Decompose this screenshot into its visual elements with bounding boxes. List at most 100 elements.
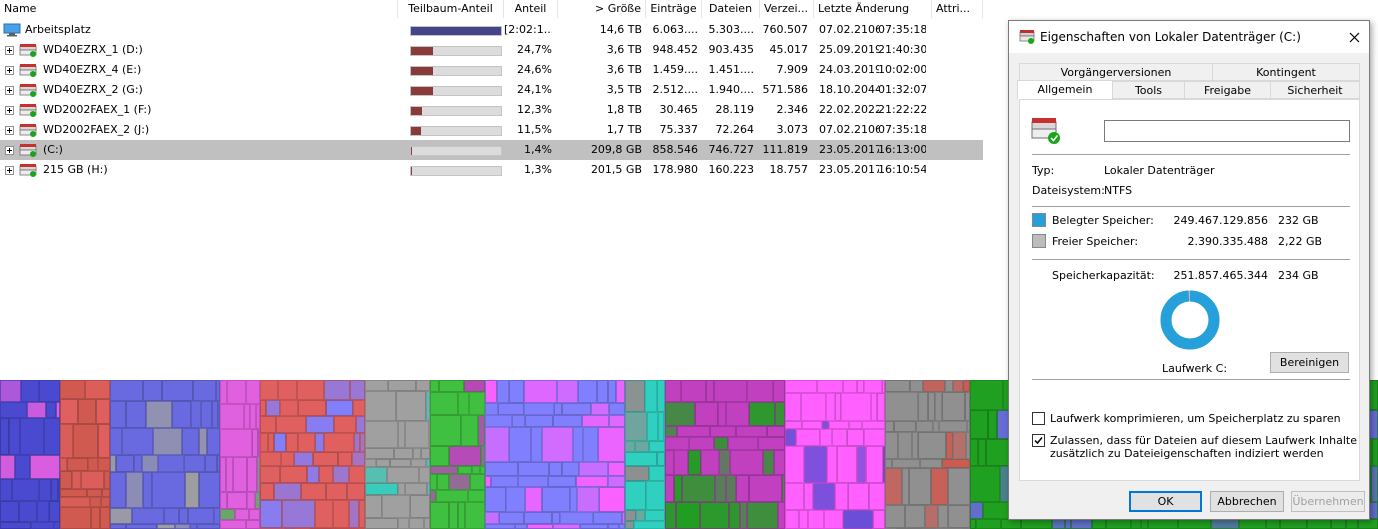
treemap-block[interactable]	[912, 432, 918, 459]
treemap-block[interactable]	[334, 416, 356, 433]
treemap-block[interactable]	[480, 466, 485, 474]
treemap-block[interactable]	[931, 468, 948, 505]
treemap-block[interactable]	[849, 421, 862, 429]
treemap-block[interactable]	[898, 432, 912, 459]
treemap-block[interactable]	[27, 402, 46, 418]
treemap-block[interactable]	[525, 415, 553, 427]
treemap-block[interactable]	[608, 524, 619, 529]
treemap-block[interactable]	[104, 471, 110, 489]
column-header-subtree-share[interactable]: Teilbaum-Anteil	[398, 0, 504, 18]
treemap-block[interactable]	[608, 462, 625, 476]
treemap-block[interactable]	[116, 455, 134, 472]
treemap-block[interactable]	[260, 400, 266, 416]
treemap-block[interactable]	[882, 380, 885, 393]
treemap-block[interactable]	[562, 462, 579, 476]
treemap-block[interactable]	[916, 421, 933, 432]
treemap-block[interactable]	[110, 524, 126, 529]
treemap-block[interactable]	[657, 452, 665, 466]
treemap-block[interactable]	[220, 509, 235, 520]
treemap-block[interactable]	[1266, 519, 1280, 529]
treemap-block[interactable]	[298, 433, 315, 452]
treemap-block[interactable]	[509, 427, 531, 462]
treemap-block[interactable]	[398, 518, 409, 529]
treemap-block[interactable]	[608, 380, 616, 403]
treemap-block[interactable]	[700, 502, 729, 529]
treemap-block[interactable]	[658, 412, 664, 441]
treemap-block[interactable]	[458, 392, 469, 415]
treemap-block[interactable]	[220, 429, 252, 457]
treemap-region[interactable]	[485, 380, 625, 529]
treemap-block[interactable]	[843, 510, 873, 529]
treemap-block[interactable]	[647, 412, 658, 441]
expand-toggle-icon[interactable]	[5, 166, 14, 175]
tree-row[interactable]: (C:) 1,4% 209,8 GB 858.546 746.727 111.819 23.…	[0, 140, 983, 160]
treemap-block[interactable]	[778, 502, 785, 529]
treemap-block[interactable]	[747, 502, 778, 529]
treemap-block[interactable]	[126, 401, 146, 428]
treemap-block[interactable]	[326, 483, 347, 500]
treemap-block[interactable]	[710, 426, 736, 437]
treemap-block[interactable]	[665, 475, 674, 502]
cancel-button[interactable]: Abbrechen	[1210, 491, 1284, 512]
treemap-block[interactable]	[1346, 519, 1358, 529]
treemap-block[interactable]	[749, 475, 782, 502]
treemap-block[interactable]	[324, 380, 350, 400]
treemap-block[interactable]	[681, 380, 706, 402]
treemap-block[interactable]	[405, 483, 427, 495]
treemap-block[interactable]	[39, 380, 60, 402]
treemap-block[interactable]	[260, 483, 274, 500]
expand-toggle-icon[interactable]	[5, 66, 14, 75]
treemap-block[interactable]	[246, 380, 260, 404]
tab-previous-versions[interactable]: Vorgängerversionen	[1019, 63, 1213, 81]
treemap-block[interactable]	[30, 455, 60, 479]
treemap-block[interactable]	[782, 475, 785, 502]
treemap-block[interactable]	[58, 479, 60, 501]
treemap-block[interactable]	[1280, 519, 1307, 529]
treemap-block[interactable]	[110, 455, 116, 472]
treemap-block[interactable]	[918, 432, 946, 459]
treemap-block[interactable]	[278, 380, 297, 400]
tree-row[interactable]: WD40EZRX_1 (D:) 24,7% 3,6 TB 948.452 903.435…	[0, 40, 983, 60]
treemap-block[interactable]	[100, 507, 110, 529]
treemap-block[interactable]	[193, 380, 216, 401]
treemap-block[interactable]	[260, 500, 282, 528]
treemap-block[interactable]	[132, 508, 164, 524]
treemap-block[interactable]	[122, 428, 153, 455]
treemap-block[interactable]	[382, 495, 410, 518]
treemap-block[interactable]	[1148, 519, 1178, 529]
treemap-block[interactable]	[616, 380, 625, 403]
treemap-block[interactable]	[390, 459, 411, 467]
treemap-block[interactable]	[597, 380, 608, 403]
treemap-block[interactable]	[970, 466, 1000, 502]
treemap-block[interactable]	[665, 402, 695, 426]
treemap-block[interactable]	[353, 400, 365, 416]
treemap-block[interactable]	[274, 483, 301, 500]
treemap-block[interactable]	[715, 475, 726, 502]
treemap-block[interactable]	[970, 519, 976, 529]
treemap-block[interactable]	[21, 380, 39, 402]
treemap-block[interactable]	[841, 393, 871, 421]
treemap-block[interactable]	[933, 421, 939, 432]
treemap-block[interactable]	[280, 400, 298, 416]
treemap-block[interactable]	[398, 421, 405, 448]
treemap-block[interactable]	[774, 450, 785, 475]
allow-indexing-checkbox[interactable]	[1032, 434, 1045, 447]
treemap-block[interactable]	[749, 402, 775, 426]
treemap-region[interactable]	[625, 380, 666, 529]
treemap-block[interactable]	[928, 392, 935, 421]
treemap-block[interactable]	[0, 479, 12, 501]
treemap-block[interactable]	[207, 428, 220, 455]
treemap-block[interactable]	[0, 402, 27, 418]
treemap-block[interactable]	[349, 466, 365, 483]
treemap-block[interactable]	[499, 512, 524, 524]
treemap-block[interactable]	[785, 446, 804, 483]
treemap-block[interactable]	[227, 492, 247, 509]
treemap-block[interactable]	[946, 432, 953, 459]
treemap-block[interactable]	[726, 402, 749, 426]
treemap-block[interactable]	[315, 500, 333, 528]
treemap-block[interactable]	[1131, 519, 1141, 529]
treemap-block[interactable]	[485, 487, 506, 512]
treemap-block[interactable]	[360, 433, 365, 452]
treemap-block[interactable]	[307, 466, 319, 483]
treemap-block[interactable]	[894, 421, 916, 432]
